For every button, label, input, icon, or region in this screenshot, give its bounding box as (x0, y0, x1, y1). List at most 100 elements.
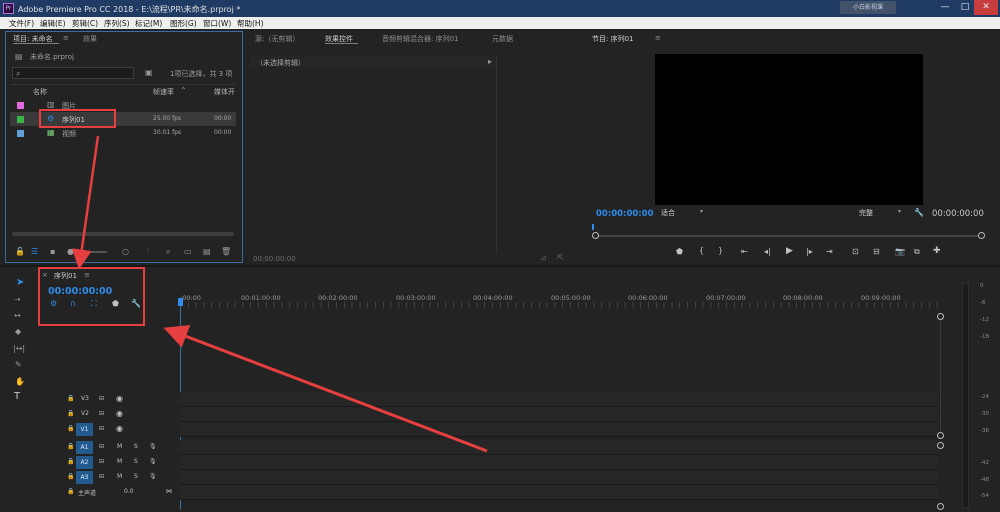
vertical-scroll-handle[interactable] (937, 442, 944, 449)
track-target-a2[interactable]: A2 (76, 456, 93, 469)
lock-icon[interactable]: 🔒 (67, 443, 74, 450)
comparison-view-icon[interactable]: ⧉ (914, 247, 920, 257)
sync-lock-icon[interactable]: ⊟ (99, 443, 104, 450)
track-lane-a2[interactable] (180, 455, 938, 470)
track-label[interactable]: V2 (81, 410, 89, 417)
razor-tool-icon[interactable]: ◆ (15, 328, 21, 336)
wrench-icon[interactable]: 🔧 (914, 209, 924, 217)
pen-tool-icon[interactable]: ✎ (15, 361, 22, 369)
lock-icon[interactable]: 🔓 (15, 248, 25, 256)
extract-icon[interactable]: ⊟ (873, 247, 880, 256)
zoom-slider[interactable] (77, 251, 107, 253)
new-search-bin-icon[interactable]: ▣ (145, 69, 153, 77)
zoom-bar-handle-left[interactable] (592, 232, 599, 239)
eye-icon[interactable]: ◉ (116, 424, 123, 433)
menu-file[interactable]: 文件(F) (9, 18, 34, 29)
filter-icon[interactable]: ⊿ (540, 254, 547, 262)
go-to-in-icon[interactable]: ⇤ (741, 247, 748, 256)
vertical-scroll-track[interactable] (940, 320, 941, 432)
mute-button[interactable]: M (117, 443, 122, 450)
list-view-icon[interactable]: ☰ (31, 248, 38, 256)
microphone-icon[interactable]: 🎙 (149, 458, 157, 465)
sort-ascending-icon[interactable]: ⌃ (180, 87, 187, 95)
quality-dropdown[interactable]: 完整 ▾ (856, 207, 908, 217)
track-lane-v1[interactable] (180, 422, 938, 437)
microphone-icon[interactable]: 🎙 (149, 473, 157, 480)
solo-button[interactable]: S (134, 473, 138, 480)
export-frame-icon[interactable]: 📷 (895, 247, 905, 256)
ripple-edit-tool-icon[interactable]: ↔ (14, 312, 21, 320)
lock-icon[interactable]: 🔒 (67, 473, 74, 480)
go-to-end-icon[interactable]: ⋈ (166, 488, 172, 495)
eye-icon[interactable]: ◉ (116, 394, 123, 403)
menu-graphics[interactable]: 图形(G) (170, 18, 197, 29)
lock-icon[interactable]: 🔒 (67, 488, 74, 495)
play-icon[interactable]: ▶ (786, 246, 793, 256)
project-search-input[interactable]: ⌕ (12, 67, 134, 79)
track-lane-a3[interactable] (180, 470, 938, 485)
sort-icons-icon[interactable]: ⫶ (147, 248, 149, 256)
sync-lock-icon[interactable]: ⊟ (99, 458, 104, 465)
tab-audio-clip-mixer[interactable]: 音频剪辑混合器: 序列01 (382, 34, 459, 44)
tab-project-menu[interactable]: ≡ (63, 34, 69, 42)
program-zoom-bar[interactable] (596, 235, 981, 237)
type-tool-icon[interactable]: T (14, 392, 20, 402)
lock-icon[interactable]: 🔒 (67, 395, 74, 402)
menu-help[interactable]: 帮助(H) (237, 18, 264, 29)
tab-source[interactable]: 源:（无剪辑） (255, 34, 299, 44)
track-lane-master[interactable] (180, 485, 938, 500)
track-target-a1[interactable]: A1 (76, 441, 93, 454)
project-scrollbar[interactable] (12, 232, 234, 236)
lock-icon[interactable]: 🔒 (67, 458, 74, 465)
column-fps[interactable]: 帧速率 (153, 87, 174, 97)
sync-lock-icon[interactable]: ⊟ (99, 425, 104, 432)
fit-dropdown[interactable]: 适合 ▾ (658, 207, 710, 217)
go-to-out-icon[interactable]: ⇥ (826, 247, 833, 256)
selection-tool-icon[interactable]: ➤ (16, 278, 24, 288)
close-button[interactable]: ✕ (974, 0, 998, 15)
tab-metadata[interactable]: 元数据 (492, 34, 513, 44)
eye-icon[interactable]: ◉ (116, 409, 123, 418)
program-playhead[interactable] (592, 224, 594, 230)
track-label[interactable]: V3 (81, 395, 89, 402)
panel-splitter[interactable] (0, 265, 1000, 267)
menu-marker[interactable]: 标记(M) (135, 18, 162, 29)
new-bin-icon[interactable]: ▭ (184, 248, 192, 256)
trash-icon[interactable]: 🗑 (221, 248, 231, 256)
column-media-start[interactable]: 媒体开 (214, 87, 235, 97)
export-icon[interactable]: ⇱ (557, 254, 564, 262)
master-volume-value[interactable]: 0.0 (124, 488, 134, 495)
sync-lock-icon[interactable]: ⊟ (99, 410, 104, 417)
mark-out-icon[interactable]: } (718, 246, 723, 255)
tab-effects[interactable]: 效果 (83, 34, 97, 44)
menu-clip[interactable]: 剪辑(C) (72, 18, 98, 29)
lock-icon[interactable]: 🔒 (67, 410, 74, 417)
zoom-small-icon[interactable]: ● (67, 248, 74, 256)
vertical-scroll-handle[interactable] (937, 432, 944, 439)
column-name[interactable]: 名称 (33, 87, 47, 97)
zoom-large-icon[interactable]: ○ (122, 248, 129, 256)
icon-view-icon[interactable]: ▪ (50, 248, 55, 256)
collapse-arrow-icon[interactable]: ▸ (488, 58, 492, 66)
program-playhead-timecode[interactable]: 00:00:00:00 (596, 209, 654, 219)
track-target-a3[interactable]: A3 (76, 471, 93, 484)
track-lane-v3[interactable] (180, 392, 938, 407)
mute-button[interactable]: M (117, 473, 122, 480)
sync-lock-icon[interactable]: ⊟ (99, 395, 104, 402)
mute-button[interactable]: M (117, 458, 122, 465)
hand-tool-icon[interactable]: ✋ (15, 378, 25, 386)
button-editor-icon[interactable]: ✚ (933, 246, 941, 256)
track-target-v1[interactable]: V1 (76, 423, 93, 436)
solo-button[interactable]: S (134, 443, 138, 450)
lock-icon[interactable]: 🔒 (67, 425, 74, 432)
menu-window[interactable]: 窗口(W) (203, 18, 231, 29)
mark-in-icon[interactable]: { (699, 246, 704, 255)
vertical-scroll-handle[interactable] (937, 503, 944, 510)
tab-program[interactable]: 节目: 序列01 (592, 34, 634, 44)
program-video-canvas[interactable] (655, 54, 923, 205)
menu-edit[interactable]: 编辑(E) (40, 18, 66, 29)
tab-program-menu[interactable]: ≡ (655, 34, 661, 42)
zoom-bar-handle-right[interactable] (978, 232, 985, 239)
slip-tool-icon[interactable]: |↔| (13, 345, 25, 353)
lift-icon[interactable]: ⊡ (852, 247, 859, 256)
